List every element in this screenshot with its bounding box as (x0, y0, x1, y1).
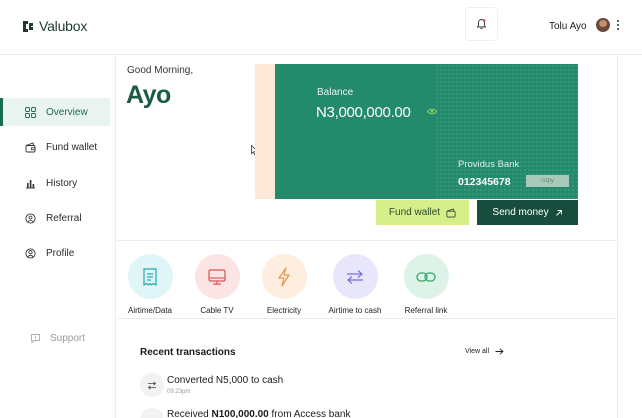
balance-value: N3,000,000.00 (316, 104, 411, 121)
list-item[interactable]: Received N100,000.00 from Access bank (167, 409, 350, 418)
avatar[interactable] (596, 18, 610, 32)
support-label: Support (50, 333, 86, 344)
eye-icon[interactable] (427, 108, 437, 115)
panel-divider (617, 319, 618, 418)
bank-name: Providus Bank (458, 159, 520, 170)
greeting-text: Good Morning, (127, 65, 194, 76)
valubox-logo-icon (23, 20, 33, 32)
page-title: Ayo (126, 81, 171, 109)
arrow-right-icon (495, 348, 504, 355)
sidebar-item-label: Referral (46, 212, 82, 224)
receipt-icon (127, 254, 173, 299)
view-all-label: View all (465, 348, 489, 355)
send-money-label: Send money (492, 207, 549, 218)
support-chat-icon (31, 334, 40, 344)
swap-icon (332, 254, 378, 299)
user-name: Tolu Ayo (549, 21, 587, 32)
sidebar-item-referral[interactable]: Referral (0, 204, 112, 232)
section-title-recent-transactions: Recent transactions (140, 347, 236, 358)
brand-logo[interactable]: Valubox (22, 18, 87, 34)
wallet-card: Balance N3,000,000.00 Providus Bank 0123… (275, 64, 578, 199)
user-circle-icon (25, 247, 36, 259)
transaction-description: Received (167, 409, 212, 418)
fund-wallet-label: Fund wallet (388, 207, 441, 218)
grid-icon (25, 106, 36, 118)
fund-wallet-button[interactable]: Fund wallet (376, 200, 469, 225)
copy-account-button[interactable]: copy (526, 175, 569, 187)
quick-action-airtime-to-cash[interactable]: Airtime to cash (315, 254, 395, 315)
support-link[interactable]: Support (30, 333, 85, 344)
sidebar-item-label: Fund wallet (46, 141, 98, 153)
transaction-received-icon (140, 408, 164, 418)
quick-action-label: Cable TV (200, 306, 234, 315)
notifications-button[interactable] (465, 7, 498, 41)
quick-action-label: Airtime to cash (328, 306, 382, 315)
transaction-description-suffix: from Access bank (268, 409, 351, 418)
sidebar-item-label: History (46, 177, 78, 189)
brand-name: Valubox (39, 18, 88, 34)
sidebar: Overview Fund wallet History Referral Pr… (0, 56, 116, 418)
quick-action-label: Airtime/Data (127, 306, 172, 315)
sidebar-item-profile[interactable]: Profile (0, 239, 112, 267)
wallet-icon (446, 207, 456, 217)
tv-icon (194, 254, 240, 299)
sidebar-item-history[interactable]: History (0, 169, 112, 197)
transaction-swap-icon (140, 373, 164, 397)
sidebar-item-overview[interactable]: Overview (0, 98, 110, 126)
transaction-description: Converted N5,000 (167, 375, 249, 386)
bar-chart-icon (25, 178, 36, 189)
bell-icon (476, 19, 487, 30)
transaction-time: 09:23pm (167, 389, 191, 395)
balance-label: Balance (317, 87, 354, 98)
view-all-link[interactable]: View all (465, 348, 504, 355)
card-accent-strip (255, 64, 275, 199)
arrow-up-right-icon (555, 209, 562, 216)
quick-action-label: Referral link (404, 306, 448, 315)
transaction-description-suffix: to cash (250, 375, 284, 386)
wallet-icon (25, 141, 36, 153)
sidebar-item-label: Profile (46, 247, 75, 259)
quick-action-referral-link[interactable]: Referral link (386, 254, 466, 315)
link-icon (403, 254, 449, 299)
send-money-button[interactable]: Send money (477, 200, 578, 225)
referral-icon (25, 212, 36, 224)
sidebar-item-fund-wallet[interactable]: Fund wallet (0, 133, 112, 161)
more-options-icon[interactable] (616, 18, 620, 32)
transaction-amount: N100,000.00 (211, 409, 269, 418)
quick-action-label: Electricity (266, 306, 302, 315)
list-item[interactable]: Converted N5,000 to cash (167, 375, 283, 386)
top-header: Valubox Tolu Ayo (0, 0, 642, 55)
account-number: 012345678 (458, 176, 511, 188)
lightning-icon (261, 254, 307, 299)
sidebar-item-label: Overview (46, 106, 88, 118)
quick-action-electricity[interactable]: Electricity (244, 254, 324, 315)
